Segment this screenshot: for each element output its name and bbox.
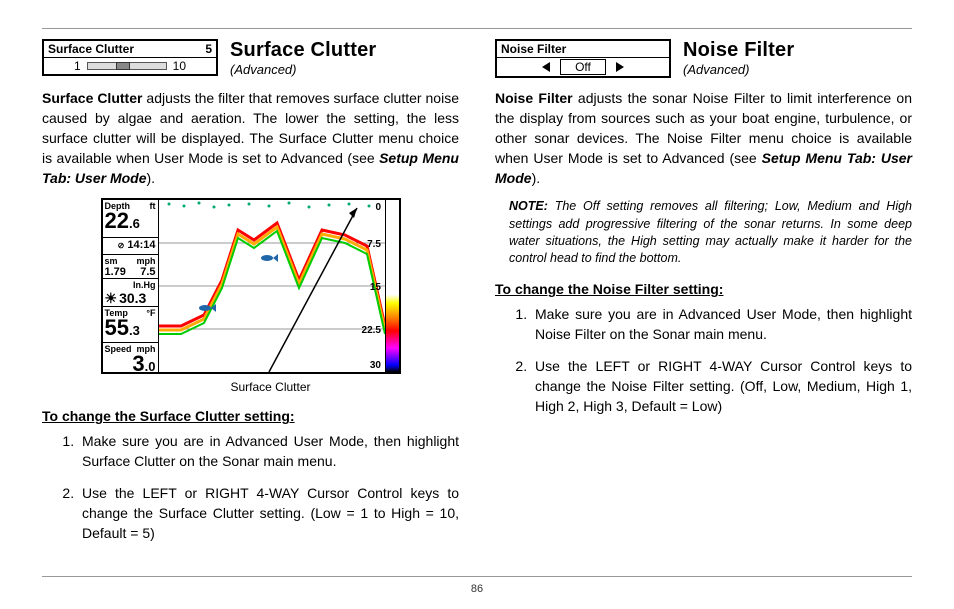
surface-clutter-menubox: Surface Clutter 5 1 10 bbox=[42, 39, 218, 76]
page-footer: 86 bbox=[0, 576, 954, 595]
list-item: Use the LEFT or RIGHT 4-WAY Cursor Contr… bbox=[531, 357, 912, 417]
note-paragraph: NOTE: The Off setting removes all filter… bbox=[509, 198, 912, 267]
slider-max: 10 bbox=[173, 59, 186, 73]
right-column: Noise Filter Off Noise Filter (Advanced)… bbox=[495, 39, 912, 556]
list-item: Use the LEFT or RIGHT 4-WAY Cursor Contr… bbox=[78, 484, 459, 544]
sonar-screenshot: Depthft 22.6 ⊘ 14:14 smmph 1.797.5 In.Hg… bbox=[101, 198, 401, 374]
color-bar bbox=[385, 200, 399, 372]
section-subtitle: (Advanced) bbox=[230, 62, 376, 77]
list-item: Make sure you are in Advanced User Mode,… bbox=[531, 305, 912, 345]
section-title: Surface Clutter bbox=[230, 39, 376, 62]
menu-label: Noise Filter bbox=[501, 42, 566, 56]
list-item: Make sure you are in Advanced User Mode,… bbox=[78, 432, 459, 472]
slider-track bbox=[87, 62, 167, 70]
change-heading: To change the Surface Clutter setting: bbox=[42, 408, 459, 424]
left-column: Surface Clutter 5 1 10 Surface Clutter (… bbox=[42, 39, 459, 556]
slider-min: 1 bbox=[74, 59, 81, 73]
body-paragraph: Surface Clutter adjusts the filter that … bbox=[42, 89, 459, 188]
noise-filter-menubox: Noise Filter Off bbox=[495, 39, 671, 78]
menu-value: Off bbox=[560, 59, 606, 75]
body-paragraph: Noise Filter adjusts the sonar Noise Fil… bbox=[495, 89, 912, 188]
steps-list: Make sure you are in Advanced User Mode,… bbox=[531, 305, 912, 416]
slider-knob bbox=[116, 62, 130, 70]
change-heading: To change the Noise Filter setting: bbox=[495, 281, 912, 297]
svg-text:7.5: 7.5 bbox=[367, 239, 381, 250]
chevron-right-icon bbox=[616, 62, 624, 72]
menu-value: 5 bbox=[205, 42, 212, 56]
svg-text:0: 0 bbox=[375, 202, 381, 213]
chevron-left-icon bbox=[542, 62, 550, 72]
section-title: Noise Filter bbox=[683, 39, 794, 62]
svg-text:15: 15 bbox=[369, 282, 381, 293]
page-number: 86 bbox=[471, 583, 483, 595]
svg-text:22.5: 22.5 bbox=[361, 325, 381, 336]
section-subtitle: (Advanced) bbox=[683, 62, 794, 77]
steps-list: Make sure you are in Advanced User Mode,… bbox=[78, 432, 459, 543]
sonar-caption: Surface Clutter bbox=[42, 380, 459, 394]
svg-text:30: 30 bbox=[369, 360, 381, 371]
menu-label: Surface Clutter bbox=[48, 42, 134, 56]
